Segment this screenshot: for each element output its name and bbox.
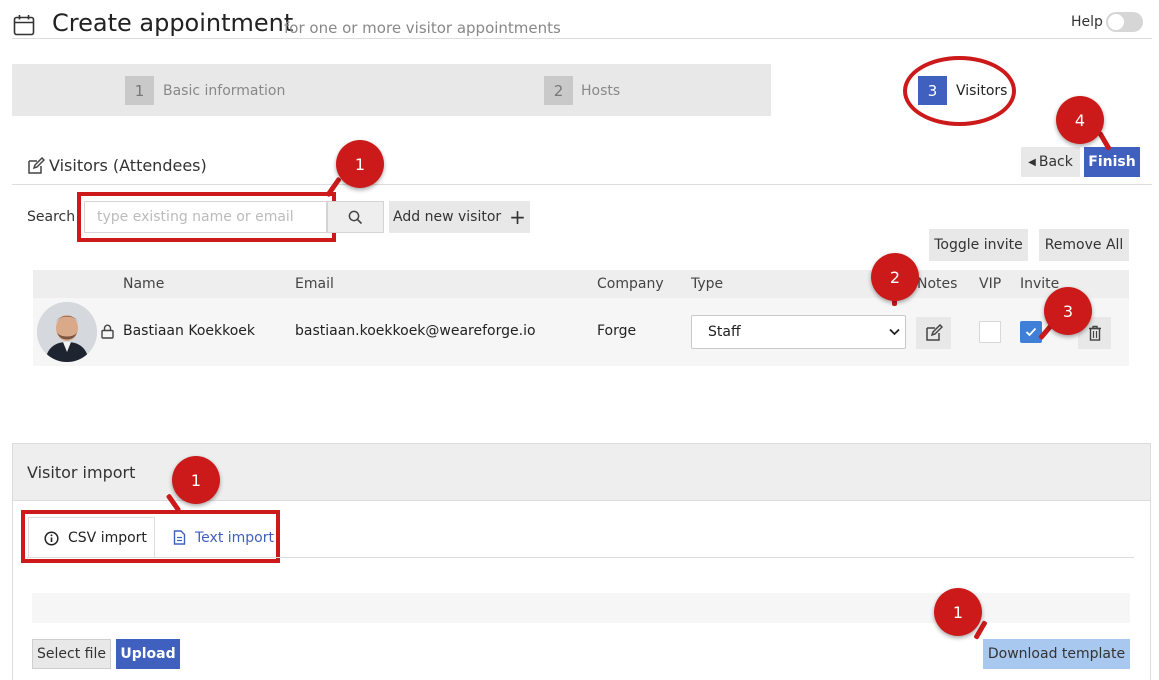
- chevron-down-icon: [889, 328, 900, 336]
- trash-icon: [1088, 325, 1101, 341]
- plus-icon: +: [509, 205, 526, 229]
- column-header-type: Type: [691, 276, 724, 292]
- add-new-visitor-button[interactable]: Add new visitor +: [389, 201, 530, 233]
- visitor-type-select[interactable]: Staff: [691, 315, 906, 349]
- header-divider: [12, 38, 1152, 39]
- notes-edit-button[interactable]: [916, 317, 951, 349]
- caret-left-icon: ◀: [1028, 156, 1036, 168]
- annotation-badge-invite: 3: [1044, 287, 1092, 335]
- column-header-name: Name: [123, 276, 165, 292]
- step-1-number[interactable]: 1: [125, 76, 154, 105]
- calendar-icon: [13, 15, 35, 36]
- annotation-badge-import: 1: [172, 456, 220, 504]
- search-label: Search: [27, 209, 76, 225]
- back-button[interactable]: ◀ Back: [1021, 147, 1080, 177]
- step-2-label[interactable]: Hosts: [581, 83, 620, 99]
- column-header-invite: Invite: [1020, 276, 1060, 292]
- finish-button[interactable]: Finish: [1084, 147, 1140, 177]
- visitor-company: Forge: [597, 323, 637, 339]
- visitor-email: bastiaan.koekkoek@weareforge.io: [295, 323, 536, 339]
- toggle-invite-button[interactable]: Toggle invite: [929, 229, 1028, 261]
- visitors-section-title: Visitors (Attendees): [49, 156, 207, 175]
- check-icon: [1025, 327, 1037, 337]
- annotation-box-search: [77, 192, 336, 242]
- search-icon: [348, 210, 363, 224]
- annotation-box-import-tabs: [21, 510, 280, 563]
- visitor-name: Bastiaan Koekkoek: [123, 323, 256, 339]
- annotation-badge-finish: 4: [1056, 96, 1104, 144]
- edit-icon: [925, 324, 943, 341]
- page-title: Create appointment: [52, 9, 294, 37]
- annotation-ring-visitors: [903, 56, 1016, 126]
- avatar: [37, 302, 97, 362]
- column-header-company: Company: [597, 276, 664, 292]
- column-header-notes: Notes: [917, 276, 958, 292]
- visitors-section-divider: [12, 184, 1152, 185]
- remove-all-button[interactable]: Remove All: [1039, 229, 1129, 261]
- page-subtitle: for one or more visitor appointments: [284, 19, 561, 37]
- annotation-badge-download: 1: [934, 588, 982, 636]
- lock-icon: [101, 324, 114, 339]
- add-new-visitor-label: Add new visitor: [393, 209, 502, 225]
- column-header-email: Email: [295, 276, 334, 292]
- search-button[interactable]: [327, 201, 384, 233]
- step-1-label[interactable]: Basic information: [163, 83, 285, 99]
- help-toggle[interactable]: [1106, 12, 1143, 32]
- visitor-import-title: Visitor import: [27, 463, 136, 482]
- annotation-badge-type: 2: [871, 253, 919, 301]
- column-header-vip: VIP: [979, 276, 1002, 292]
- import-tabs-divider: [27, 557, 1134, 558]
- visitor-type-value: Staff: [708, 324, 741, 340]
- table-header: [33, 270, 1129, 298]
- upload-button[interactable]: Upload: [116, 639, 180, 669]
- vip-checkbox[interactable]: [979, 321, 1001, 343]
- invite-checkbox[interactable]: [1020, 321, 1042, 343]
- step-2-number[interactable]: 2: [544, 76, 573, 105]
- avatar-portrait-icon: [37, 302, 97, 362]
- annotation-badge-search: 1: [336, 140, 384, 188]
- help-label: Help: [1071, 14, 1103, 30]
- download-template-button[interactable]: Download template: [983, 639, 1130, 669]
- help-toggle-knob: [1108, 14, 1124, 30]
- edit-icon: [28, 157, 45, 174]
- back-button-label: Back: [1038, 154, 1073, 170]
- select-file-button[interactable]: Select file: [32, 639, 111, 669]
